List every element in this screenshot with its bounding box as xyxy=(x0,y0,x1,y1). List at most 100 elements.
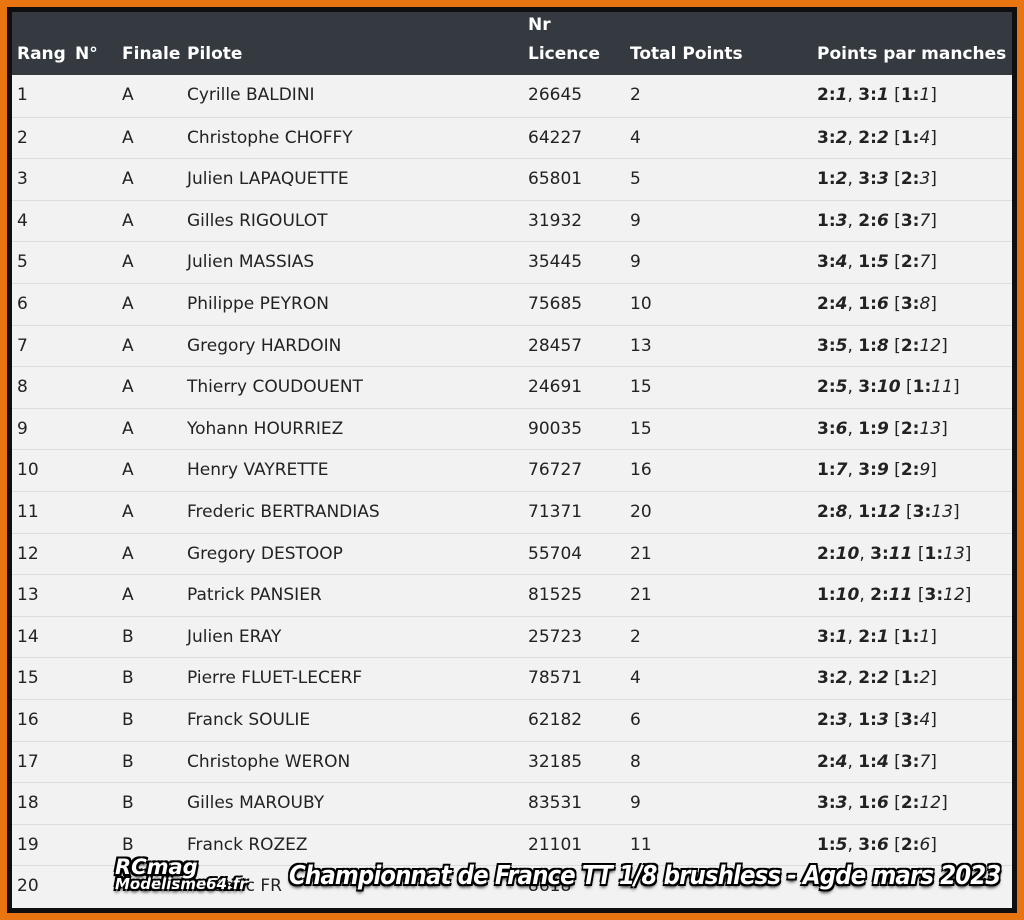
heat-number: 2: xyxy=(858,210,877,231)
heat-number: 2: xyxy=(817,85,836,105)
header-no[interactable]: N° xyxy=(75,43,98,65)
total-cell: 21 xyxy=(630,585,652,606)
total-cell: 6 xyxy=(630,710,641,730)
licence-cell: 55704 xyxy=(528,543,583,564)
heat-points: 8 xyxy=(835,502,848,522)
heat-number: 3: xyxy=(817,127,836,148)
total-cell: 16 xyxy=(630,460,652,481)
points-cell: 3:2, 2:2 [1:2] xyxy=(817,668,937,689)
heat-number: 1: xyxy=(858,751,877,772)
heat-points: 7 xyxy=(919,751,931,772)
watermark-title: Championnat de France TT 1/8 brushless -… xyxy=(289,861,1001,891)
heat-points: 5 xyxy=(835,335,848,356)
points-cell: 3:5, 1:8 [2:12] xyxy=(817,335,948,356)
licence-cell: 75685 xyxy=(528,294,583,314)
rang-cell: 16 xyxy=(17,710,39,730)
heat-points: 2 xyxy=(919,668,931,689)
finale-cell: A xyxy=(122,335,134,356)
rang-cell: 14 xyxy=(17,626,39,647)
points-cell: 3:4, 1:5 [2:7] xyxy=(817,252,937,273)
pilote-cell: Gregory HARDOIN xyxy=(187,335,342,356)
total-cell: 2 xyxy=(630,626,641,647)
points-cell: 1:7, 3:9 [2:9] xyxy=(817,460,937,481)
header-licence[interactable]: Licence xyxy=(528,43,600,65)
points-cell: 1:2, 3:3 [2:3] xyxy=(817,169,937,190)
total-cell: 15 xyxy=(630,418,652,439)
finale-cell: A xyxy=(122,418,134,439)
heat-points: 5 xyxy=(835,834,848,855)
heat-number: 2: xyxy=(870,585,889,606)
heat-number: 1: xyxy=(817,585,836,606)
heat-number: 3: xyxy=(858,377,877,398)
total-cell: 5 xyxy=(630,169,641,190)
finale-cell: A xyxy=(122,543,134,564)
heat-points: 11 xyxy=(888,543,913,564)
heat-number: 1: xyxy=(900,127,920,148)
pilote-cell: Franck SOULIE xyxy=(187,710,311,730)
heat-points: 6 xyxy=(876,793,889,814)
licence-cell: 64227 xyxy=(528,127,583,148)
heat-points: 10 xyxy=(835,543,860,564)
heat-points: 6 xyxy=(876,210,889,231)
heat-number: 2: xyxy=(900,335,920,356)
heat-points: 1 xyxy=(835,626,848,647)
finale-cell: A xyxy=(122,252,134,273)
heat-number: 3: xyxy=(912,502,932,522)
heat-points: 7 xyxy=(919,210,931,231)
heat-number: 3: xyxy=(924,585,944,606)
pilote-cell: Henry VAYRETTE xyxy=(187,460,329,481)
pilote-cell: Pierre FLUET-LECERF xyxy=(187,668,363,689)
header-points-par-manches[interactable]: Points par manches xyxy=(817,43,1006,65)
total-cell: 21 xyxy=(630,543,652,564)
pilote-cell: Julien ERAY xyxy=(187,626,282,647)
pilote-cell: Frederic BERTRANDIAS xyxy=(187,502,380,522)
header-rang[interactable]: Rang xyxy=(17,43,66,65)
table-row: 11 A Frederic BERTRANDIAS 71371 20 2:8, 1:12 … xyxy=(12,491,1012,534)
heat-number: 3: xyxy=(900,710,920,730)
points-cell: 2:3, 1:3 [3:4] xyxy=(817,710,937,730)
table-row: 9 A Yohann HOURRIEZ 90035 15 3:6, 1:9 [2:13] xyxy=(12,407,1012,451)
table-row: 13 A Patrick PANSIER 81525 21 1:10, 2:11 [3:1… xyxy=(12,574,1012,617)
heat-points: 9 xyxy=(919,460,931,481)
heat-number: 3: xyxy=(817,626,836,647)
heat-number: 1: xyxy=(817,169,836,190)
heat-number: 2: xyxy=(858,127,877,148)
header-finale[interactable]: Finale xyxy=(122,43,180,65)
rang-cell: 12 xyxy=(17,543,39,564)
heat-points: 1 xyxy=(876,85,889,105)
heat-number: 3: xyxy=(817,793,836,814)
header-total-points[interactable]: Total Points xyxy=(630,43,743,65)
heat-number: 2: xyxy=(900,793,920,814)
header-licence-nr[interactable]: Nr xyxy=(528,14,551,36)
points-cell: 3:3, 1:6 [2:12] xyxy=(817,793,948,814)
heat-points: 6 xyxy=(835,418,848,439)
header-pilote[interactable]: Pilote xyxy=(187,43,242,65)
heat-points: 4 xyxy=(876,751,889,772)
heat-number: 2: xyxy=(858,668,877,689)
points-cell: 3:1, 2:1 [1:1] xyxy=(817,626,937,647)
heat-points: 11 xyxy=(888,585,913,606)
table-row: 5 A Julien MASSIAS 35445 9 3:4, 1:5 [2:7] xyxy=(12,241,1012,284)
table-row: 14 B Julien ERAY 25723 2 3:1, 2:1 [1:1] xyxy=(12,615,1012,659)
rang-cell: 18 xyxy=(17,793,39,814)
heat-points: 4 xyxy=(919,710,931,730)
heat-points: 2 xyxy=(835,127,848,148)
points-cell: 2:4, 1:6 [3:8] xyxy=(817,294,937,314)
heat-number: 1: xyxy=(858,335,877,356)
pilote-cell: Philippe PEYRON xyxy=(187,294,329,314)
finale-cell: B xyxy=(122,710,134,730)
results-table: Rang N° Finale Pilote Nr Licence Total P… xyxy=(12,12,1012,908)
points-cell: 2:5, 3:10 [1:11] xyxy=(817,377,960,398)
table-row: 16 B Franck SOULIE 62182 6 2:3, 1:3 [3:4] xyxy=(12,699,1012,742)
heat-number: 1: xyxy=(858,710,877,730)
heat-number: 2: xyxy=(817,710,836,730)
licence-cell: 28457 xyxy=(528,335,583,356)
heat-number: 2: xyxy=(817,543,836,564)
table-row: 1 A Cyrille BALDINI 26645 2 2:1, 3:1 [1:1] xyxy=(12,75,1012,117)
total-cell: 9 xyxy=(630,210,641,231)
table-row: 10 A Henry VAYRETTE 76727 16 1:7, 3:9 [2:9] xyxy=(12,449,1012,492)
heat-points: 8 xyxy=(876,335,889,356)
pilote-cell: Christophe CHOFFY xyxy=(187,127,353,148)
heat-points: 4 xyxy=(919,127,931,148)
finale-cell: A xyxy=(122,502,134,522)
